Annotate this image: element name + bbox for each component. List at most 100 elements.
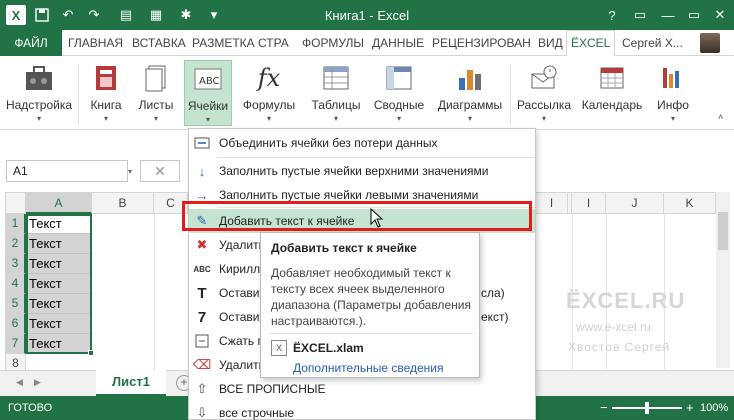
fx-icon: fx xyxy=(257,64,281,92)
column-header[interactable]: A xyxy=(26,192,92,214)
zoom-level[interactable]: 100% xyxy=(700,402,728,414)
zoom-slider-knob[interactable] xyxy=(645,402,649,414)
info-chart-icon xyxy=(657,62,689,94)
chevron-down-icon: ▾ xyxy=(36,114,41,123)
title-bar: X ↶ ↷ ▤ ▦ ✱ ▾ Книга1 - Excel ? ▭ — ▭ ✕ xyxy=(0,0,734,30)
row-header[interactable]: 1 xyxy=(5,214,26,234)
menu-item-merge-cells[interactable]: Объединить ячейки без потери данных xyxy=(189,131,535,155)
tooltip-title: Добавить текст к ячейке xyxy=(271,241,417,255)
letter-t-icon: T xyxy=(197,284,207,302)
eraser-icon: ⌫ xyxy=(192,357,212,372)
table-icon xyxy=(320,62,352,94)
menu-item-uppercase[interactable]: ⇧ ВСЕ ПРОПИСНЫЕ xyxy=(189,377,535,401)
row-header[interactable]: 4 xyxy=(5,274,26,294)
ribbon: Надстройка ▾ Книга ▾ Листы ▾ ABC Ячейки … xyxy=(0,56,734,130)
highlight-frame xyxy=(182,201,532,231)
restore-button[interactable]: ▭ xyxy=(682,4,706,26)
sheet-prev-icon[interactable]: ◀ xyxy=(16,377,23,388)
tab-excel-addin[interactable]: ЁXCEL xyxy=(566,30,616,56)
bar-chart-icon xyxy=(454,62,486,94)
row-header[interactable]: 2 xyxy=(5,234,26,254)
row-header[interactable]: 3 xyxy=(5,254,26,274)
chevron-down-icon: ▾ xyxy=(153,114,158,123)
mailing-button[interactable]: Рассылка ▾ xyxy=(514,60,574,126)
tab-review[interactable]: РЕЦЕНЗИРОВАН xyxy=(432,30,531,56)
scrollbar-thumb[interactable] xyxy=(718,212,728,250)
cell-a1[interactable]: Текст xyxy=(26,214,92,234)
close-button[interactable]: ✕ xyxy=(708,4,732,26)
name-box[interactable]: A1 xyxy=(6,160,128,182)
chevron-down-icon: ▾ xyxy=(333,114,338,123)
chevron-down-icon: ▾ xyxy=(396,114,401,123)
chevron-down-icon: ▾ xyxy=(103,114,108,123)
sheets-icon xyxy=(140,62,172,94)
cell-a5[interactable]: Текст xyxy=(26,294,92,314)
cell-a6[interactable]: Текст xyxy=(26,314,92,334)
cells-button[interactable]: ABC Ячейки ▾ xyxy=(184,60,232,126)
mail-clock-icon xyxy=(528,62,560,94)
workbook-icon xyxy=(90,62,122,94)
abc-convert-icon: ABC xyxy=(193,264,211,274)
sheet-tab-list1[interactable]: Лист1 xyxy=(96,370,166,396)
select-all-corner[interactable] xyxy=(5,192,26,214)
user-name[interactable]: Сергей Х... xyxy=(622,30,683,56)
column-header[interactable]: K xyxy=(664,192,716,214)
tab-file[interactable]: ФАЙЛ xyxy=(0,30,62,56)
tab-home[interactable]: ГЛАВНАЯ xyxy=(68,30,123,56)
info-button[interactable]: Инфо ▾ xyxy=(650,60,696,126)
status-ready: ГОТОВО xyxy=(8,402,53,414)
column-header[interactable]: I xyxy=(536,192,568,214)
column-header[interactable]: J xyxy=(606,192,664,214)
tables-button[interactable]: Таблицы ▾ xyxy=(306,60,366,126)
calendar-icon xyxy=(596,62,628,94)
row-header[interactable]: 5 xyxy=(5,294,26,314)
arrow-down-icon: ↓ xyxy=(198,163,206,179)
sheet-next-icon[interactable]: ▶ xyxy=(34,377,41,388)
tab-insert[interactable]: ВСТАВКА xyxy=(132,30,186,56)
tooltip-body: Добавляет необходимый текст к тексту все… xyxy=(271,266,471,328)
tab-page-layout[interactable]: РАЗМЕТКА СТРА xyxy=(192,30,289,56)
zoom-out-button[interactable]: − xyxy=(600,400,608,415)
collapse-ribbon-icon[interactable]: ˄ xyxy=(718,112,723,122)
uppercase-icon: ⇧ xyxy=(196,381,208,396)
help-button[interactable]: ? xyxy=(600,4,624,26)
menu-item-lowercase[interactable]: ⇩ все строчные xyxy=(189,401,535,420)
ribbon-display-button[interactable]: ▭ xyxy=(628,4,652,26)
cancel-icon[interactable]: ✕ xyxy=(140,160,180,182)
watermark-logo: ЁXCEL.RU xyxy=(566,288,686,313)
delete-text-icon: ✖ xyxy=(196,237,208,252)
tooltip-more-link[interactable]: Дополнительные сведения xyxy=(293,361,443,375)
tab-view[interactable]: ВИД xyxy=(538,30,563,56)
chevron-down-icon: ▾ xyxy=(205,115,210,124)
chevron-down-icon[interactable]: ▾ xyxy=(128,160,138,182)
svg-text:ABC: ABC xyxy=(199,76,220,87)
row-header[interactable]: 7 xyxy=(5,334,26,354)
column-header[interactable]: B xyxy=(92,192,154,214)
row-header[interactable]: 6 xyxy=(5,314,26,334)
minimize-button[interactable]: — xyxy=(656,4,680,26)
tab-formulas[interactable]: ФОРМУЛЫ xyxy=(302,30,364,56)
pivots-button[interactable]: Сводные ▾ xyxy=(370,60,428,126)
zoom-in-button[interactable]: + xyxy=(686,400,694,415)
sheets-button[interactable]: Листы ▾ xyxy=(134,60,178,126)
calendar-button[interactable]: Календарь xyxy=(580,60,644,126)
workbook-button[interactable]: Книга ▾ xyxy=(84,60,128,126)
fill-handle[interactable] xyxy=(88,350,94,356)
chevron-down-icon: ▾ xyxy=(670,114,675,123)
cell-a3[interactable]: Текст xyxy=(26,254,92,274)
tab-data[interactable]: ДАННЫЕ xyxy=(372,30,424,56)
chevron-down-icon: ▾ xyxy=(467,114,472,123)
menu-item-fill-down[interactable]: ↓ Заполнить пустые ячейки верхними значе… xyxy=(189,159,535,183)
cell-a7[interactable]: Текст xyxy=(26,334,92,354)
formulas-button[interactable]: fx Формулы ▾ xyxy=(238,60,300,126)
avatar[interactable] xyxy=(700,33,720,53)
watermark-author: Хвостов Сергей xyxy=(568,340,671,354)
charts-button[interactable]: Диаграммы ▾ xyxy=(434,60,506,126)
cell-a4[interactable]: Текст xyxy=(26,274,92,294)
column-header[interactable]: I xyxy=(572,192,606,214)
addins-button[interactable]: Надстройка ▾ xyxy=(4,60,74,126)
cell-a2[interactable]: Текст xyxy=(26,234,92,254)
tooltip-file: ЁXCEL.xlam xyxy=(293,341,364,355)
chevron-down-icon: ▾ xyxy=(266,114,271,123)
tooltip: Добавить текст к ячейке Добавляет необхо… xyxy=(260,232,480,378)
